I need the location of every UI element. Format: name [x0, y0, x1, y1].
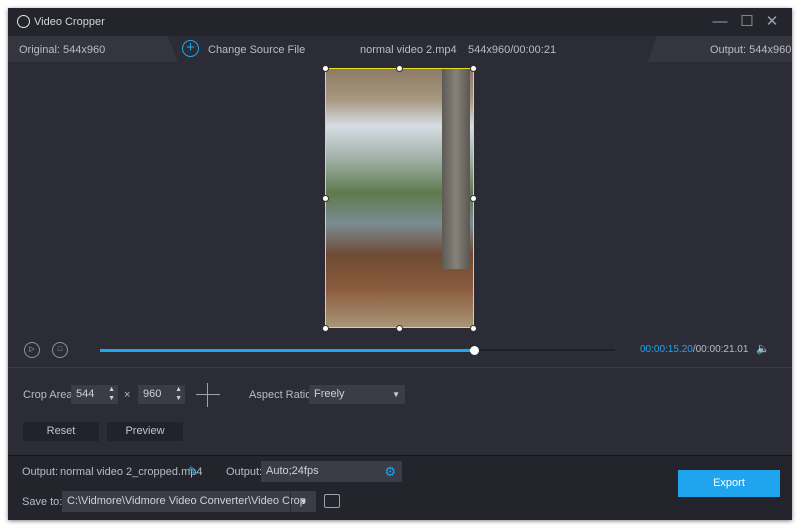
crop-handle[interactable]: [322, 195, 329, 202]
aspect-ratio-select[interactable]: Freely ▼: [309, 385, 405, 404]
edit-pencil-icon[interactable]: ✎: [188, 464, 198, 478]
crop-handle[interactable]: [322, 325, 329, 332]
output-format-field[interactable]: Auto;24fps ⚙: [261, 461, 402, 482]
times-sign: ×: [124, 389, 131, 401]
video-cropper-window: Video Cropper — ☐ ✕ Original: 544x960 + …: [8, 8, 792, 520]
output-filename: normal video 2_cropped.mp4: [60, 466, 203, 478]
original-size: Original: 544x960: [19, 44, 106, 56]
reset-button[interactable]: Reset: [23, 422, 99, 441]
preview-stage: [8, 62, 792, 332]
crop-handle[interactable]: [322, 65, 329, 72]
playback-controls: ▷ □ 00:00:15.20/00:00:21.01 🔈: [8, 332, 792, 368]
aspect-ratio-value: Freely: [314, 388, 345, 400]
crop-handle[interactable]: [396, 65, 403, 72]
crop-handle[interactable]: [396, 325, 403, 332]
output-size: Output: 544x960: [710, 44, 792, 56]
output-label: Output:: [22, 466, 59, 478]
settings-gear-icon[interactable]: ⚙: [384, 461, 396, 482]
crop-height-value: 960: [143, 388, 162, 400]
crop-width-value: 544: [76, 388, 95, 400]
current-time: 00:00:15.20: [640, 344, 693, 355]
dropdown-arrow-icon[interactable]: ▼: [290, 491, 316, 512]
app-logo-icon: [17, 15, 30, 28]
crop-width-input[interactable]: 544 ▲ ▼: [71, 385, 118, 404]
progress-fill: [100, 349, 475, 352]
minimize-icon[interactable]: —: [711, 13, 729, 31]
open-folder-icon[interactable]: [324, 494, 340, 508]
file-meta: 544x960/00:00:21: [468, 44, 557, 56]
change-source-button[interactable]: Change Source File: [208, 44, 305, 56]
export-button[interactable]: Export: [678, 470, 780, 497]
video-content: [442, 69, 470, 269]
save-path-value: C:\Vidmore\Vidmore Video Converter\Video…: [67, 495, 306, 507]
center-crop-icon[interactable]: [196, 383, 220, 407]
video-frame[interactable]: [325, 68, 474, 328]
crop-handle[interactable]: [470, 325, 477, 332]
aspect-ratio-label: Aspect Ratio:: [249, 389, 315, 401]
progress-knob[interactable]: [470, 346, 480, 355]
preview-button[interactable]: Preview: [107, 422, 183, 441]
play-icon[interactable]: ▷: [24, 342, 40, 358]
save-path-select[interactable]: C:\Vidmore\Vidmore Video Converter\Video…: [62, 491, 316, 512]
title-bar: Video Cropper — ☐ ✕: [8, 8, 792, 36]
maximize-icon[interactable]: ☐: [738, 13, 756, 31]
stepper-icon[interactable]: ▲ ▼: [175, 385, 182, 403]
stepper-icon[interactable]: ▲ ▼: [108, 385, 115, 403]
total-time: /00:00:21.01: [692, 344, 749, 355]
add-circle-icon[interactable]: +: [182, 40, 199, 57]
output-panel: Output: normal video 2_cropped.mp4 ✎ Out…: [8, 455, 792, 520]
time-display: 00:00:15.20/00:00:21.01: [640, 344, 748, 355]
dropdown-arrow-icon: ▼: [392, 390, 400, 399]
crop-height-input[interactable]: 960 ▲ ▼: [138, 385, 185, 404]
window-title: Video Cropper: [34, 16, 105, 28]
file-name: normal video 2.mp4: [360, 44, 457, 56]
crop-area-label: Crop Area:: [23, 389, 76, 401]
stop-icon[interactable]: □: [52, 342, 68, 358]
output-format-label: Output:: [226, 466, 263, 478]
crop-handle[interactable]: [470, 195, 477, 202]
volume-icon[interactable]: 🔈: [756, 342, 770, 355]
info-bar: Original: 544x960 + Change Source File n…: [8, 36, 792, 62]
save-to-label: Save to:: [22, 496, 63, 508]
close-icon[interactable]: ✕: [763, 13, 781, 31]
crop-handle[interactable]: [470, 65, 477, 72]
output-format-value: Auto;24fps: [266, 465, 319, 477]
